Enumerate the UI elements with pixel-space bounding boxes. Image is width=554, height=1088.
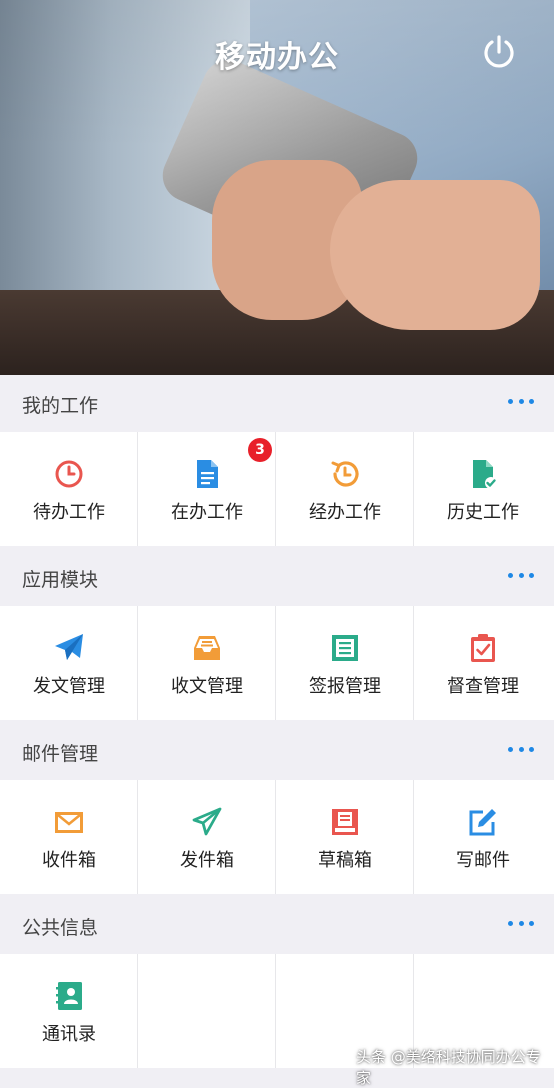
clipboard-check-icon xyxy=(471,634,495,662)
tile-outbox[interactable]: 发件箱 xyxy=(138,780,276,894)
more-icon[interactable] xyxy=(508,743,534,755)
tile-label: 经办工作 xyxy=(309,502,381,523)
section-title: 公共信息 xyxy=(22,917,99,939)
send-outline-icon xyxy=(192,807,222,836)
tile-label: 在办工作 xyxy=(171,502,243,523)
tile-label: 通讯录 xyxy=(42,1024,96,1045)
notification-badge: 3 xyxy=(248,438,272,462)
document-icon xyxy=(197,460,218,488)
inbox-tray-icon xyxy=(194,636,220,660)
tile-label: 督查管理 xyxy=(447,676,519,697)
tile-in-progress-work[interactable]: 3 在办工作 xyxy=(138,432,276,546)
tile-compose-mail[interactable]: 写邮件 xyxy=(414,780,552,894)
clock-icon xyxy=(55,460,83,488)
tile-todo-work[interactable]: 待办工作 xyxy=(0,432,138,546)
file-check-icon xyxy=(473,460,497,489)
tile-handled-work[interactable]: 经办工作 xyxy=(276,432,414,546)
app-modules-grid: 发文管理 收文管理 签报管理 督查管理 xyxy=(0,606,554,720)
section-title: 应用模块 xyxy=(22,569,99,591)
tile-inbox[interactable]: 收件箱 xyxy=(0,780,138,894)
tile-history-work[interactable]: 历史工作 xyxy=(414,432,552,546)
tile-label: 写邮件 xyxy=(456,850,510,871)
tile-outgoing-docs[interactable]: 发文管理 xyxy=(0,606,138,720)
section-title: 邮件管理 xyxy=(22,743,99,765)
tile-supervision[interactable]: 督查管理 xyxy=(414,606,552,720)
tile-label: 历史工作 xyxy=(447,502,519,523)
contacts-book-icon xyxy=(56,982,82,1010)
history-icon xyxy=(331,461,359,487)
list-doc-icon xyxy=(332,635,358,661)
my-work-grid: 待办工作 3 在办工作 经办工作 历史工作 xyxy=(0,432,554,546)
tile-incoming-docs[interactable]: 收文管理 xyxy=(138,606,276,720)
draft-tray-icon xyxy=(332,809,358,835)
section-title: 我的工作 xyxy=(22,395,99,417)
power-icon[interactable] xyxy=(480,33,518,71)
tile-label: 待办工作 xyxy=(33,502,105,523)
tile-label: 发文管理 xyxy=(33,676,105,697)
section-header-my-work: 我的工作 xyxy=(0,375,554,432)
page-title: 移动办公 xyxy=(215,40,339,75)
tile-sign-report[interactable]: 签报管理 xyxy=(276,606,414,720)
more-icon[interactable] xyxy=(508,569,534,581)
tile-label: 发件箱 xyxy=(180,850,234,871)
tile-label: 草稿箱 xyxy=(318,850,372,871)
mail-grid: 收件箱 发件箱 草稿箱 写邮件 xyxy=(0,780,554,894)
envelope-icon xyxy=(55,812,83,833)
tile-label: 收文管理 xyxy=(171,676,243,697)
tile-contacts[interactable]: 通讯录 xyxy=(0,954,138,1068)
watermark: 头条 @美络科技协同办公专家 xyxy=(356,1048,541,1087)
more-icon[interactable] xyxy=(508,395,534,407)
more-icon[interactable] xyxy=(508,917,534,929)
tile-drafts[interactable]: 草稿箱 xyxy=(276,780,414,894)
edit-icon xyxy=(469,809,496,836)
section-header-public-info: 公共信息 xyxy=(0,897,554,954)
tile-label: 签报管理 xyxy=(309,676,381,697)
paper-plane-icon xyxy=(55,634,83,660)
tile-label: 收件箱 xyxy=(42,850,96,871)
section-header-mail: 邮件管理 xyxy=(0,723,554,780)
section-header-app-modules: 应用模块 xyxy=(0,549,554,606)
